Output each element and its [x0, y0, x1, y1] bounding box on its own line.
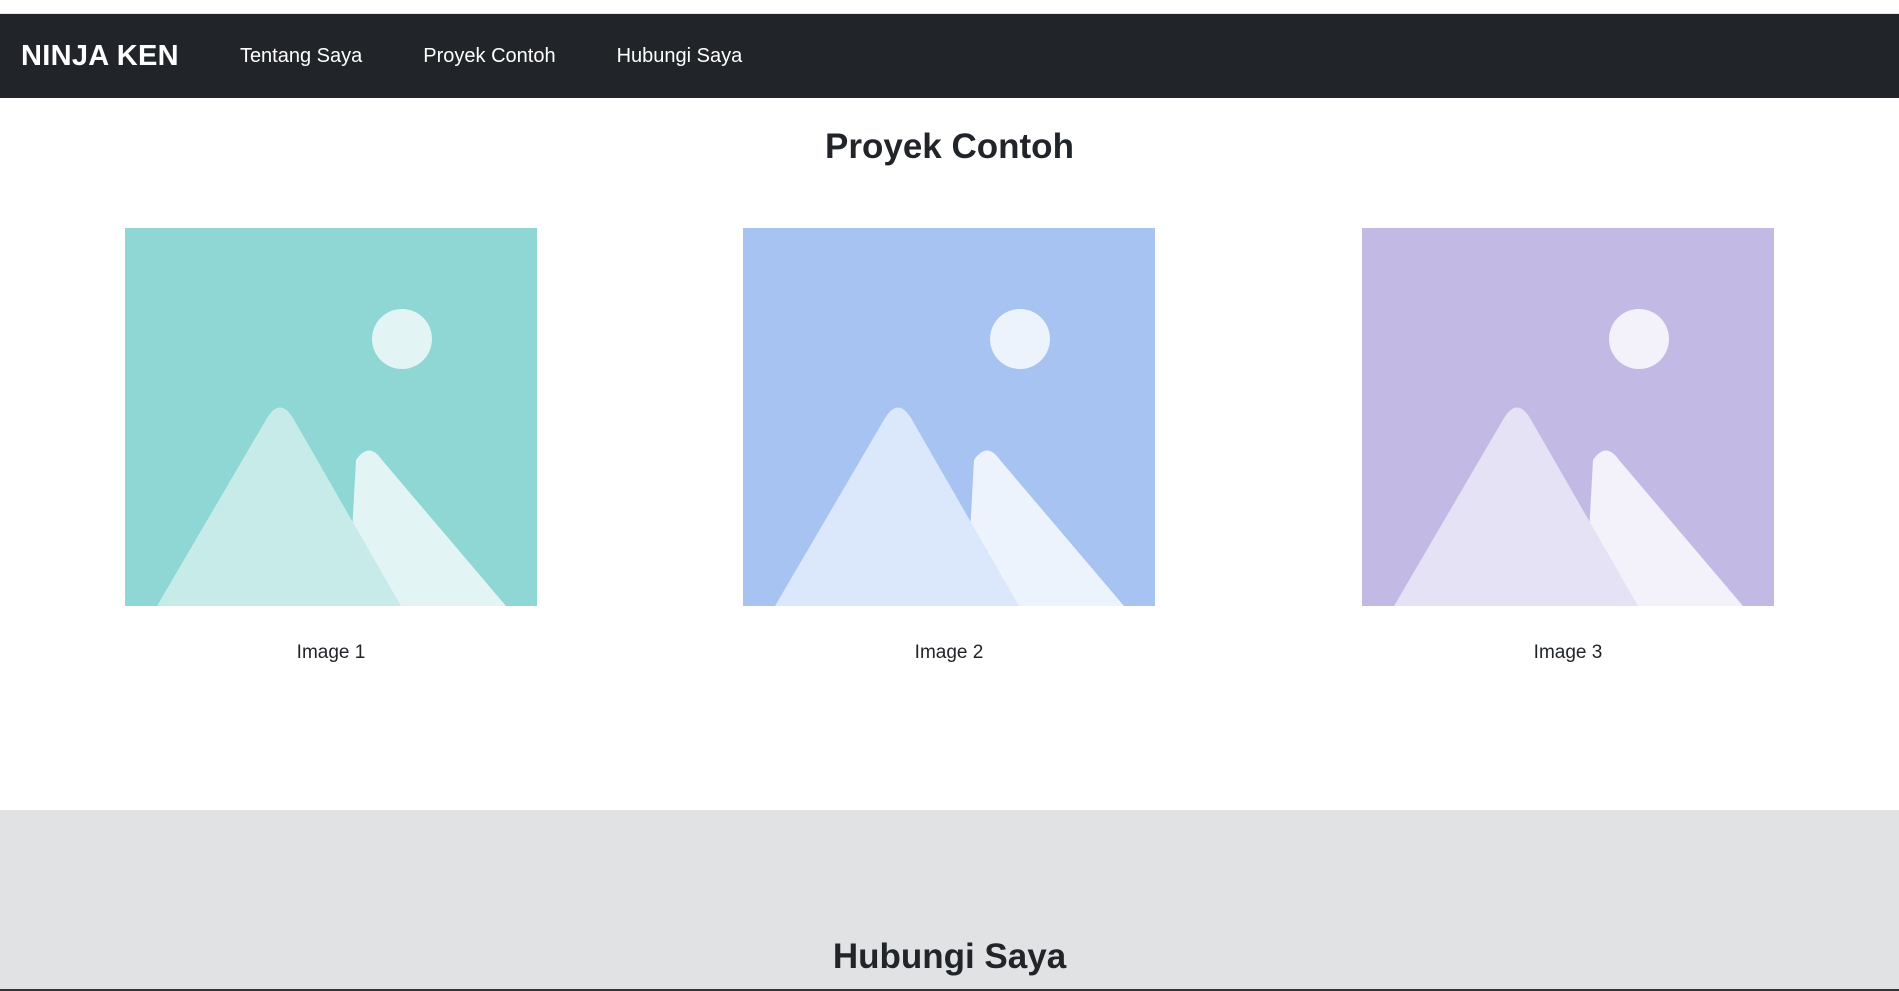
project-card-1[interactable]: Image 1 — [125, 228, 537, 664]
image-placeholder-icon — [125, 228, 537, 606]
project-caption-2: Image 2 — [914, 642, 984, 663]
nav-link-proyek-contoh[interactable]: Proyek Contoh — [423, 45, 555, 68]
project-card-3[interactable]: Image 3 — [1362, 228, 1774, 664]
sun-shape — [372, 309, 432, 369]
brand-logo[interactable]: NINJA KEN — [21, 40, 179, 73]
sun-shape — [990, 309, 1050, 369]
sun-shape — [1609, 309, 1669, 369]
projects-title: Proyek Contoh — [825, 127, 1074, 166]
project-caption-1: Image 1 — [296, 642, 366, 663]
contact-section: Hubungi Saya — [0, 810, 1899, 991]
image-placeholder-icon — [743, 228, 1155, 606]
browser-top-strip — [0, 0, 1899, 14]
nav-link-tentang-saya[interactable]: Tentang Saya — [240, 45, 362, 68]
image-placeholder-icon — [1362, 228, 1774, 606]
contact-title: Hubungi Saya — [832, 937, 1067, 976]
navbar: NINJA KEN Tentang Saya Proyek Contoh Hub… — [0, 14, 1899, 98]
project-caption-3: Image 3 — [1533, 642, 1603, 663]
nav-link-hubungi-saya[interactable]: Hubungi Saya — [617, 45, 743, 68]
projects-section: Proyek Contoh Image 1 Image 2 Image 3 — [0, 98, 1899, 810]
project-card-2[interactable]: Image 2 — [743, 228, 1155, 664]
